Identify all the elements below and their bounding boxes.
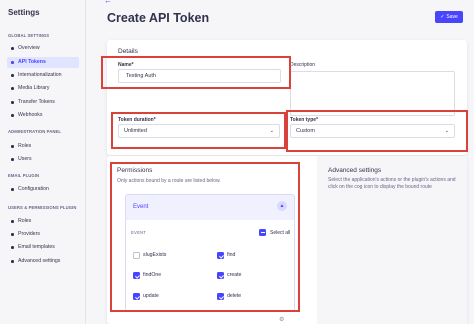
bullet-icon	[11, 246, 14, 249]
sidebar-item-label: Webhooks	[18, 112, 43, 118]
bullet-icon	[11, 87, 14, 90]
bullet-icon	[11, 220, 14, 223]
sidebar-item-email-templates[interactable]: Email templates	[7, 242, 79, 253]
sidebar-item-api-tokens[interactable]: API Tokens	[7, 57, 79, 68]
sidebar-item-label: Roles	[18, 218, 32, 224]
sidebar-item-media-library[interactable]: Media Library	[7, 83, 79, 94]
sidebar-item-advanced-settings[interactable]: Advanced settings	[7, 256, 79, 267]
sidebar-item-internationalization[interactable]: Internationalization	[7, 70, 79, 81]
save-button[interactable]: ✓ Save	[435, 11, 463, 23]
sidebar-item-transfer-tokens[interactable]: Transfer Tokens	[7, 97, 79, 108]
sidebar-title: Settings	[8, 8, 40, 17]
description-label: Description	[290, 62, 316, 68]
bullet-icon	[11, 114, 14, 117]
sidebar-section-global: GLOBAL SETTINGS	[8, 33, 50, 38]
bullet-icon	[11, 145, 14, 148]
sidebar-item-label: Roles	[18, 143, 32, 149]
sidebar-item-label: Overview	[18, 45, 40, 51]
advanced-settings-heading: Advanced settings	[328, 167, 382, 174]
details-heading: Details	[118, 48, 138, 55]
highlight-name-field	[101, 56, 291, 89]
highlight-token-duration	[111, 112, 286, 149]
sidebar-section-admin: ADMINISTRATION PANEL	[8, 129, 62, 134]
save-button-label: Save	[446, 14, 458, 20]
sidebar-item-webhooks[interactable]: Webhooks	[7, 110, 79, 121]
advanced-settings-text: Select the application's actions or the …	[328, 177, 456, 191]
check-icon: ✓	[440, 14, 445, 20]
bullet-icon	[11, 61, 14, 64]
gear-icon[interactable]: ⚙	[279, 316, 284, 323]
sidebar-item-label: Providers	[18, 231, 40, 237]
sidebar-section-email: EMAIL PLUGIN	[8, 173, 40, 178]
highlight-permissions	[110, 162, 300, 312]
highlight-token-type	[286, 110, 468, 152]
sidebar-item-label: Users	[18, 156, 32, 162]
sidebar-item-label: Internationalization	[18, 72, 62, 78]
sidebar-item-overview[interactable]: Overview	[7, 43, 79, 54]
bullet-icon	[11, 158, 14, 161]
sidebar-item-label: API Tokens	[18, 59, 46, 65]
sidebar-item-label: Transfer Tokens	[18, 99, 55, 105]
sidebar-item-label: Configuration	[18, 186, 49, 192]
page-title: Create API Token	[107, 11, 210, 25]
sidebar-item-users[interactable]: Users	[7, 154, 79, 165]
bullet-icon	[11, 188, 14, 191]
bullet-icon	[11, 74, 14, 77]
back-arrow-icon[interactable]: ←	[104, 0, 112, 5]
sidebar-section-users-permissions: USERS & PERMISSIONS PLUGIN	[8, 205, 77, 210]
sidebar-item-providers[interactable]: Providers	[7, 229, 79, 240]
bullet-icon	[11, 101, 14, 104]
bullet-icon	[11, 233, 14, 236]
settings-sidebar: Settings GLOBAL SETTINGS Overview API To…	[0, 0, 86, 324]
bullet-icon	[11, 47, 14, 50]
sidebar-item-label: Email templates	[18, 244, 55, 250]
bullet-icon	[11, 260, 14, 263]
sidebar-item-configuration[interactable]: Configuration	[7, 184, 79, 195]
sidebar-item-up-roles[interactable]: Roles	[7, 216, 79, 227]
sidebar-item-label: Advanced settings	[18, 258, 61, 264]
sidebar-item-label: Media Library	[18, 85, 50, 91]
sidebar-item-roles[interactable]: Roles	[7, 141, 79, 152]
